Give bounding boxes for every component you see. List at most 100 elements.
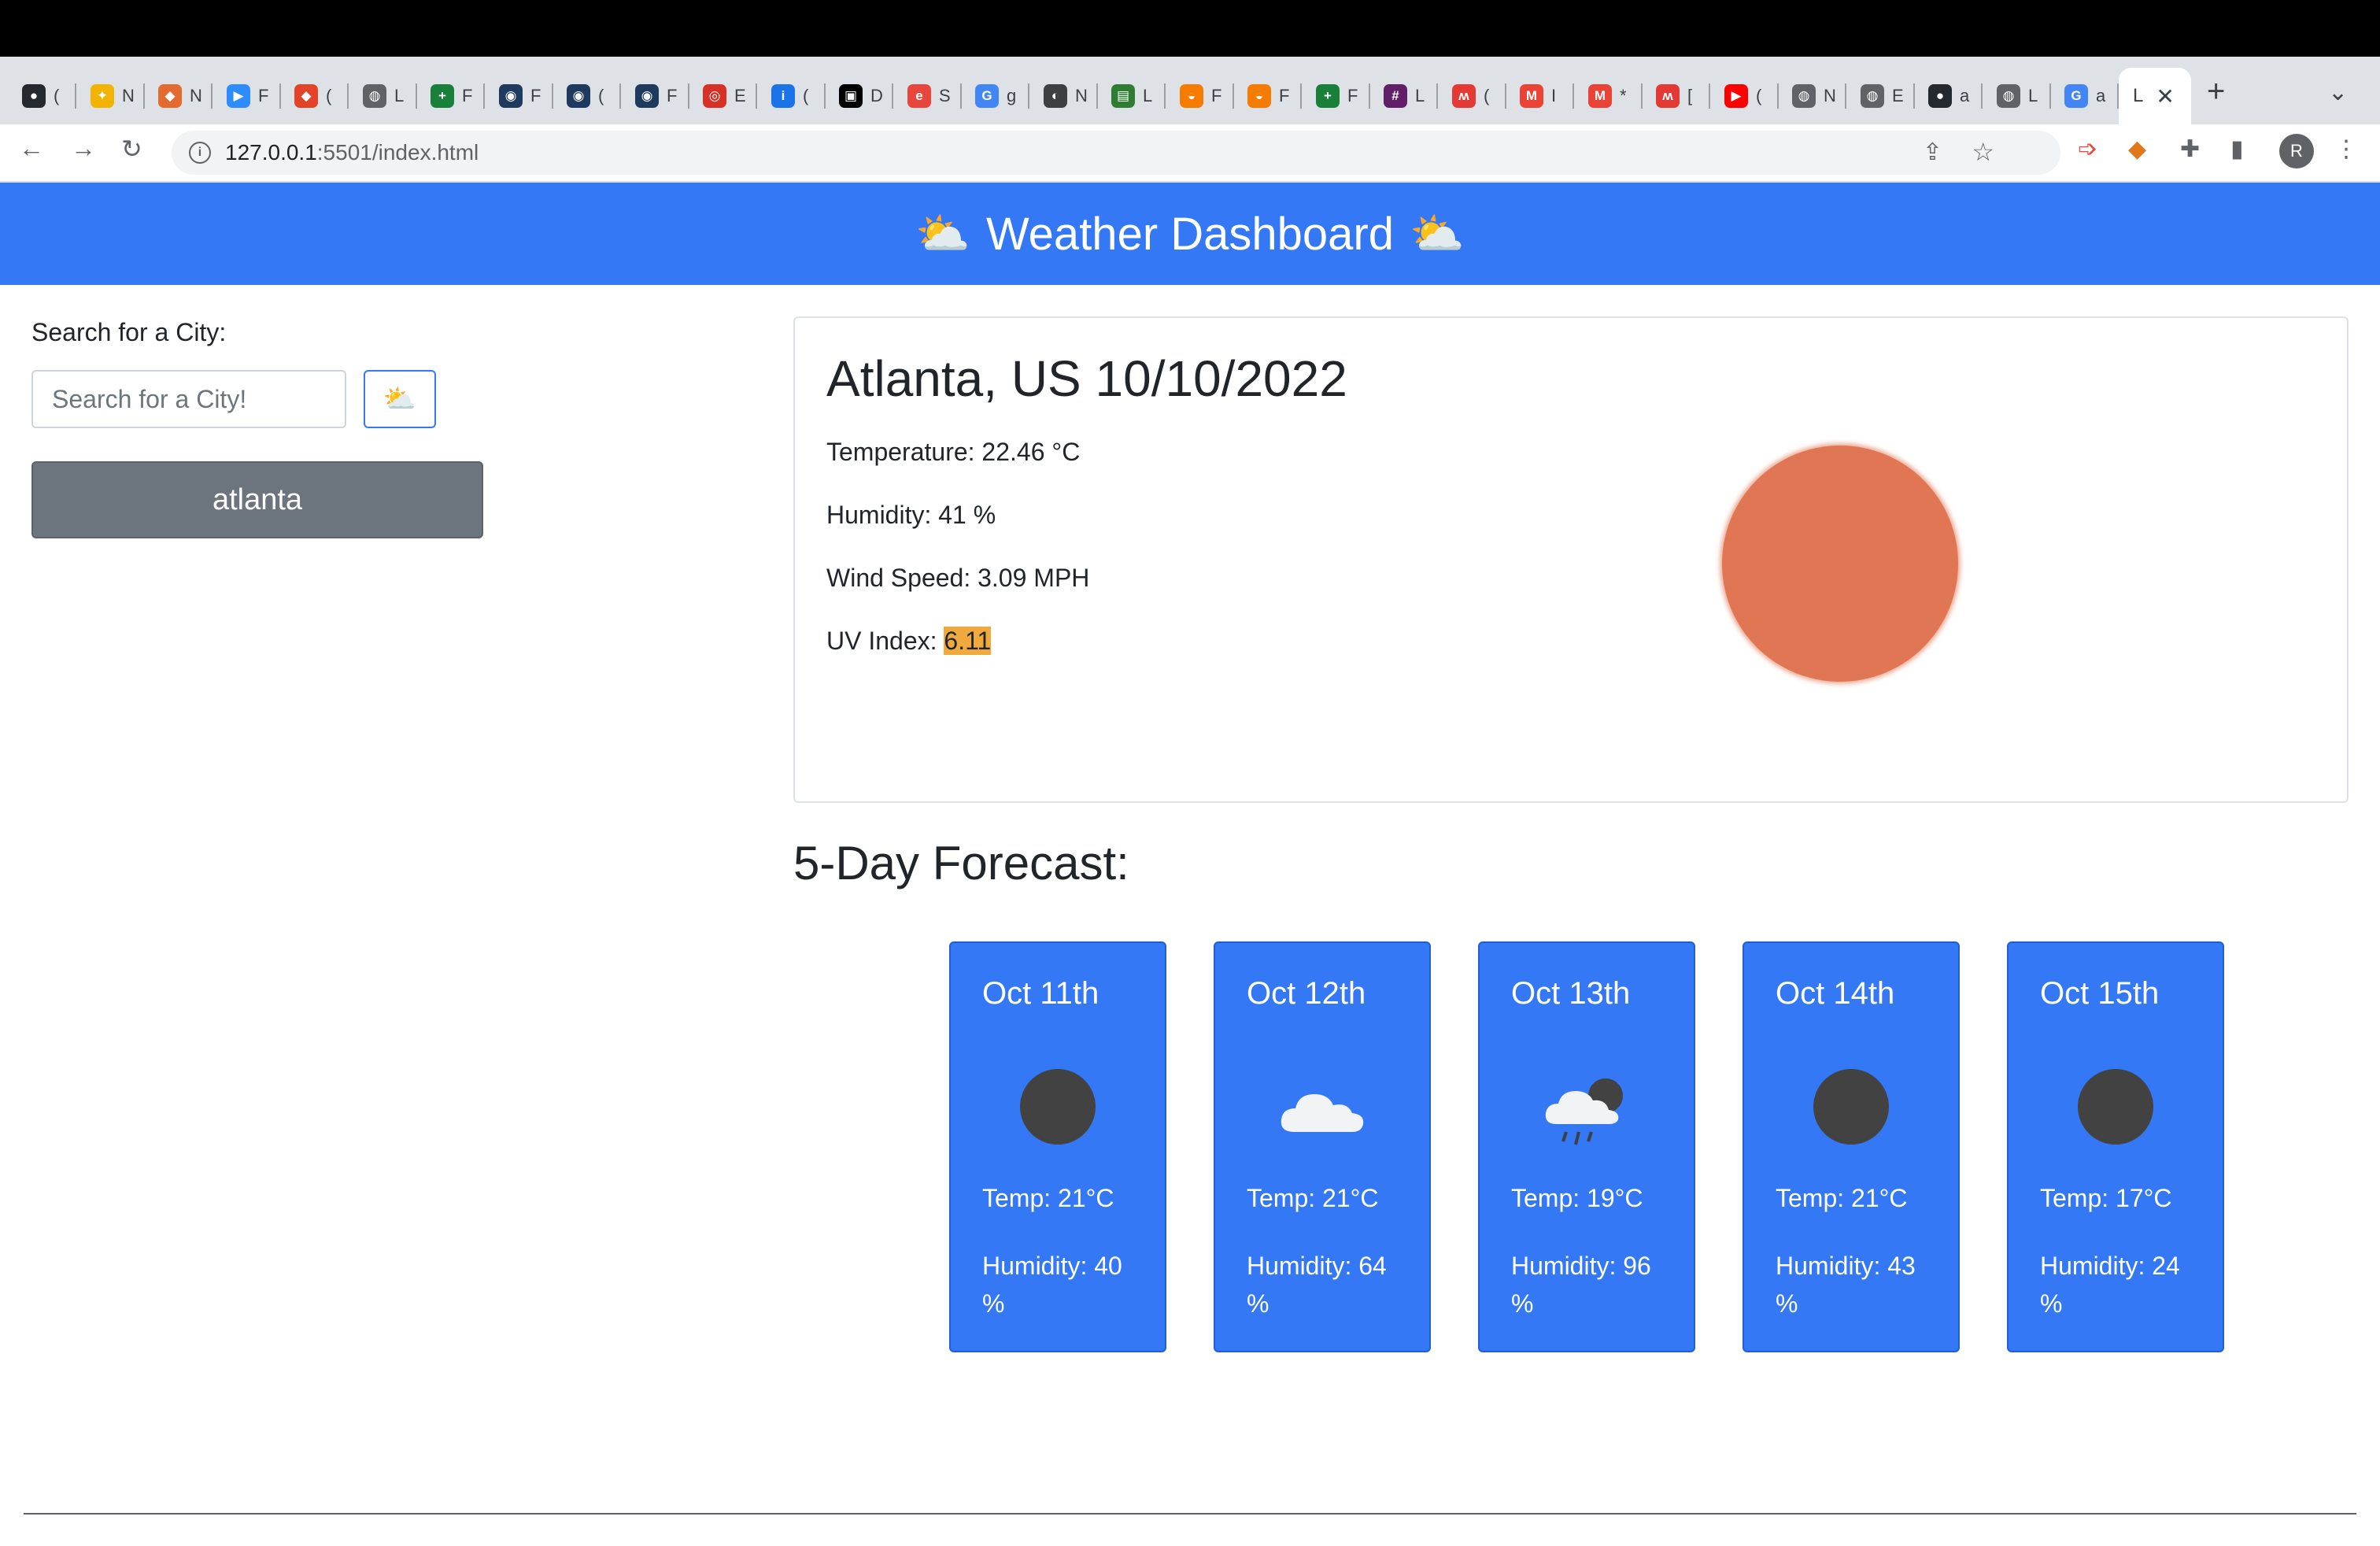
tab-favicon-icon: G [2064,84,2088,108]
browser-tab[interactable]: ◉( [552,74,621,118]
macos-menubar-blackout [0,0,2380,57]
browser-tab[interactable]: ◍ L [1983,74,2051,118]
search-label: Search for a City: [31,318,227,346]
tab-favicon-icon: ▣ [839,84,863,108]
forecast-temp: Temp: 21°C [1247,1184,1379,1212]
tab-title: N [122,86,135,105]
browser-tab[interactable]: + F [1302,74,1370,118]
side-panel-icon[interactable]: ▮ [2230,135,2244,163]
extensions-puzzle-icon[interactable]: ✚ [2180,135,2200,163]
tab-title: L [1143,86,1153,105]
uv-value-badge: 6.11 [944,627,992,655]
tab-favicon-icon: ● [22,84,46,108]
browser-tab[interactable]: ●( [8,74,76,118]
forward-arrow-icon[interactable]: → [71,134,96,163]
tab-title: F [1347,86,1358,105]
search-button[interactable]: ⛅ [364,370,436,428]
tab-title: F [530,86,541,105]
browser-tab[interactable]: ✦ N [76,74,145,118]
tab-active[interactable]: L ✕ [2119,68,2191,124]
browser-tab[interactable]: ◆( [280,74,349,118]
tab-favicon-icon: ◒ [1180,84,1203,108]
forecast-humidity: Humidity: 43 % [1776,1252,1916,1318]
browser-tab[interactable]: ▣ D [825,74,893,118]
browser-tab[interactable]: ▤ L [1097,74,1166,118]
browser-tab[interactable]: # L [1369,74,1438,118]
browser-tab[interactable]: ◍ L [349,74,417,118]
tab-favicon-icon: ◉ [499,84,523,108]
page-header: ⛅ Weather Dashboard ⛅ [0,183,2380,285]
tab-title: ( [598,86,604,105]
tab-favicon-icon: ▶ [227,84,250,108]
browser-tab[interactable]: ◍ N [1778,74,1846,118]
forecast-card: Oct 12th Temp: 21°C Humidity: 64 % [1214,941,1431,1352]
reload-icon[interactable]: ↻ [121,134,142,164]
tab-favicon-icon: + [431,84,454,108]
tab-search-chevron-icon[interactable]: ⌄ [2328,79,2348,106]
browser-tab[interactable]: + F [416,74,485,118]
tab-title: a [2096,86,2106,105]
browser-tab[interactable]: ◍ E [1846,74,1915,118]
tab-title: ( [1756,86,1762,105]
current-humidity: Humidity: 41 % [826,501,996,529]
tab-title: F [258,86,269,105]
forecast-card: Oct 14th Temp: 21°C Humidity: 43 % [1743,941,1960,1352]
sun-behind-cloud-icon: ⛅ [1410,209,1465,258]
forecast-date: Oct 15th [2040,976,2160,1011]
browser-tab[interactable]: ▶ F [213,74,281,118]
forecast-date: Oct 13th [1511,976,1631,1011]
tab-favicon-icon: M [1520,84,1543,108]
browser-tab[interactable]: ◆ N [144,74,213,118]
browser-tab[interactable]: ◒ F [1166,74,1234,118]
tab-favicon-icon: ◎ [703,84,726,108]
browser-tab[interactable]: eS [893,74,962,118]
tab-favicon-icon: e [907,84,931,108]
tab-title: * [1620,86,1627,105]
tab-favicon-icon: ◍ [363,84,386,108]
profile-avatar[interactable]: R [2279,134,2314,168]
browser-tabstrip: ●(✦ N ◆ N ▶ F ◆(◍ L + F ◉ F ◉(◉ F ◎ Ei(▣ De S Gg ◐ N ▤ L ◒ F ◒ F + F… [0,57,2380,124]
forecast-humidity: Humidity: 24 % [2040,1252,2180,1318]
browser-tab[interactable]: ◎ E [689,74,757,118]
tab-title: a [1960,86,1970,105]
browser-tab[interactable]: ʍ( [1438,74,1506,118]
forecast-date: Oct 12th [1247,976,1366,1011]
current-uv-index: UV Index: 6.11 [826,627,992,656]
metamask-fox-icon[interactable]: ◆ [2128,135,2146,163]
browser-tab[interactable]: ◉ F [621,74,689,118]
close-tab-icon[interactable]: ✕ [2156,83,2174,109]
browser-tab[interactable]: ▶( [1710,74,1779,118]
browser-tab[interactable]: MI [1506,74,1574,118]
forecast-card: Oct 15th Temp: 17°C Humidity: 24 % [2007,941,2224,1352]
browser-tab[interactable]: i( [757,74,826,118]
browser-tab[interactable]: Gg [961,74,1029,118]
tab-favicon-icon: i [771,84,795,108]
browser-tab[interactable]: Ga [2050,74,2119,118]
forecast-temp: Temp: 19°C [1511,1184,1643,1212]
browser-tab[interactable]: ◐ N [1029,74,1098,118]
address-bar[interactable]: i 127.0.0.1:5501/index.html ⇪ ☆ [172,131,2060,175]
tab-favicon-icon: ◒ [1247,84,1271,108]
back-arrow-icon[interactable]: ← [19,134,44,163]
extension-arrow-icon[interactable]: ➩ [2078,135,2097,163]
tab-title: I [1551,86,1557,105]
site-info-icon[interactable]: i [189,142,211,164]
tab-title: E [1892,86,1904,105]
browser-tab[interactable]: ◒ F [1233,74,1302,118]
tab-favicon-icon: ◍ [1861,84,1884,108]
share-icon[interactable]: ⇪ [1923,139,1942,166]
bookmark-star-icon[interactable]: ☆ [1972,137,1994,167]
new-tab-icon[interactable]: + [2207,74,2225,109]
browser-tab[interactable]: ● a [1914,74,1983,118]
forecast-temp: Temp: 21°C [982,1184,1114,1212]
sun-behind-cloud-icon: ⛅ [382,384,417,414]
browser-tab[interactable]: ◉ F [485,74,553,118]
browser-tab[interactable]: ʍ[ [1642,74,1710,118]
tab-title: N [190,86,202,105]
history-city-button[interactable]: atlanta [31,461,483,538]
city-search-input[interactable] [31,370,346,428]
browser-tab[interactable]: M * [1574,74,1643,118]
tab-title: F [462,86,473,105]
profile-initial: R [2290,141,2303,161]
browser-menu-icon[interactable]: ⋮ [2334,135,2358,163]
